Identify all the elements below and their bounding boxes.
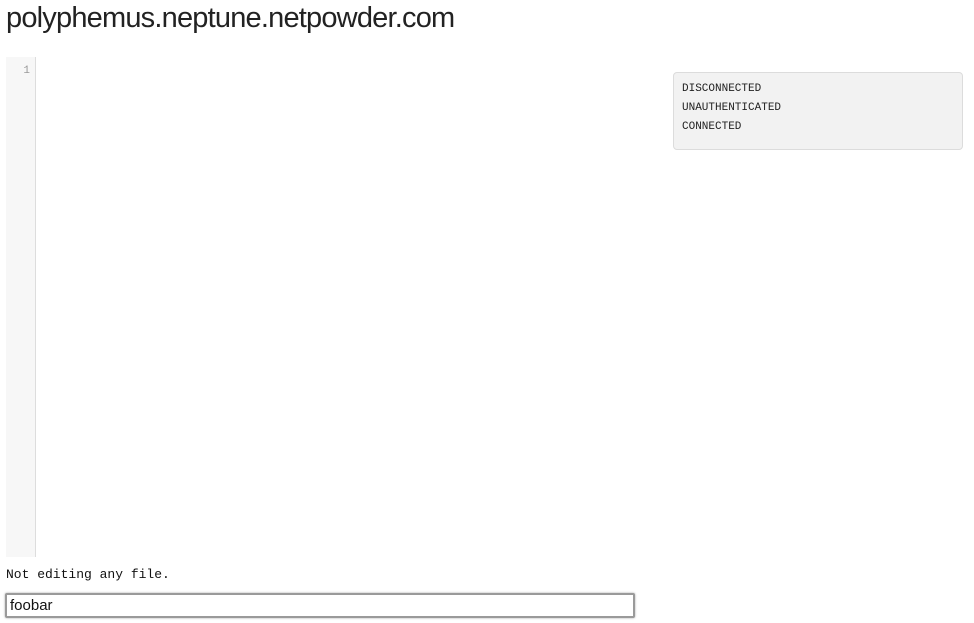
file-status-text: Not editing any file. <box>6 567 170 582</box>
status-line: UNAUTHENTICATED <box>682 102 782 114</box>
code-editor[interactable]: 1 <box>6 57 666 557</box>
line-number: 1 <box>23 65 30 77</box>
code-text-area[interactable] <box>37 57 666 557</box>
command-input[interactable] <box>5 593 635 618</box>
status-line: DISCONNECTED <box>682 83 762 95</box>
page-title: polyphemus.neptune.netpowder.com <box>6 2 455 34</box>
status-line: CONNECTED <box>682 121 742 133</box>
line-number-gutter: 1 <box>6 57 36 557</box>
connection-status-log: DISCONNECTED UNAUTHENTICATED CONNECTED <box>673 72 963 150</box>
